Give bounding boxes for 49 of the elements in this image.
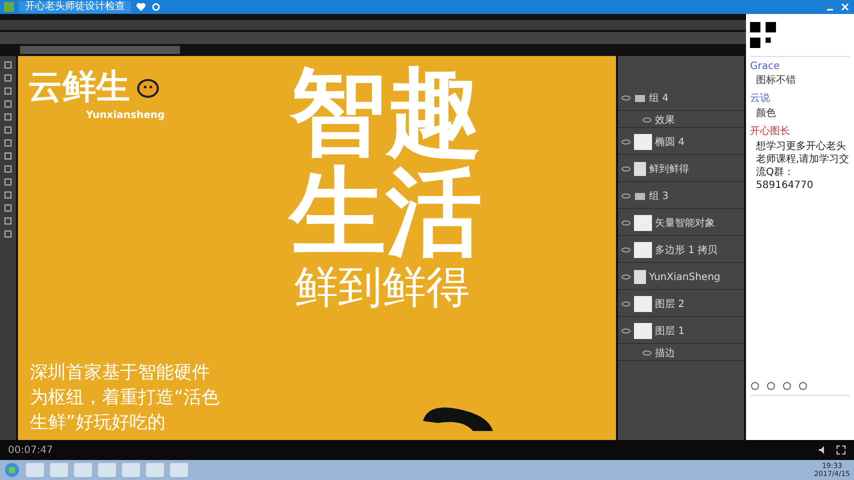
logo-caption: Yunxiansheng <box>86 110 166 121</box>
layer-name[interactable]: YunXianSheng <box>649 272 720 282</box>
paragraph: 深圳首家基于智能硬件为枢纽，着重打造“活色生鲜”好玩好吃的 <box>30 361 220 435</box>
headline: 智趣 <box>290 62 482 162</box>
eye-icon[interactable] <box>621 301 631 307</box>
eye-icon[interactable] <box>621 166 631 172</box>
folder-icon <box>634 191 646 201</box>
eye-icon[interactable] <box>621 247 631 253</box>
eye-icon[interactable] <box>621 139 631 145</box>
layer-thumbnail <box>634 134 652 150</box>
layer-name[interactable]: 组 4 <box>649 91 669 105</box>
eye-icon[interactable] <box>621 193 631 199</box>
layer-name[interactable]: 图层 2 <box>655 297 685 311</box>
layer-name[interactable]: 椭圆 4 <box>655 135 685 149</box>
chat-username[interactable]: 开心图长 <box>750 124 850 138</box>
text-layer-icon <box>634 162 646 176</box>
heart-icon[interactable] <box>136 2 146 12</box>
headline: 生活 <box>290 162 482 262</box>
layer-name[interactable]: 图层 1 <box>655 324 685 338</box>
layer-thumbnail <box>634 296 652 312</box>
chat-username[interactable]: Grace <box>750 61 850 72</box>
text-layer-icon <box>634 270 646 284</box>
layer-thumbnail <box>634 242 652 258</box>
eye-icon[interactable] <box>621 220 631 226</box>
chat-username[interactable]: 云说 <box>750 91 850 105</box>
qr-code-icon <box>750 22 776 48</box>
folder-icon <box>634 93 646 103</box>
layer-name[interactable]: 效果 <box>655 113 675 127</box>
eye-icon[interactable] <box>642 350 652 356</box>
chat-message: 颜色 <box>755 107 777 120</box>
chat-message: 想学习更多开心老头老师课程,请加学习交流Q群：589164770 <box>755 140 850 192</box>
playback-time: 00:07:47 <box>8 444 53 456</box>
close-icon[interactable] <box>840 2 850 12</box>
start-button-icon[interactable] <box>4 462 20 478</box>
subtitle: 鲜到鲜得 <box>294 262 470 314</box>
layer-thumbnail <box>634 323 652 339</box>
layer-name[interactable]: 描边 <box>655 346 675 360</box>
layer-name[interactable]: 矢量智能对象 <box>655 216 715 230</box>
layer-name[interactable]: 多边形 1 拷贝 <box>655 243 718 257</box>
eye-icon[interactable] <box>621 95 631 101</box>
layer-name[interactable]: 组 3 <box>649 189 669 203</box>
eye-icon[interactable] <box>642 117 652 123</box>
logo-text: 云鲜生 <box>28 66 130 109</box>
eye-icon[interactable] <box>621 274 631 280</box>
eye-icon[interactable] <box>621 328 631 334</box>
chat-message: 图标不错 <box>755 74 797 87</box>
fullscreen-icon[interactable] <box>836 445 846 455</box>
layer-name[interactable]: 鲜到鲜得 <box>649 162 689 176</box>
layer-thumbnail <box>634 215 652 231</box>
